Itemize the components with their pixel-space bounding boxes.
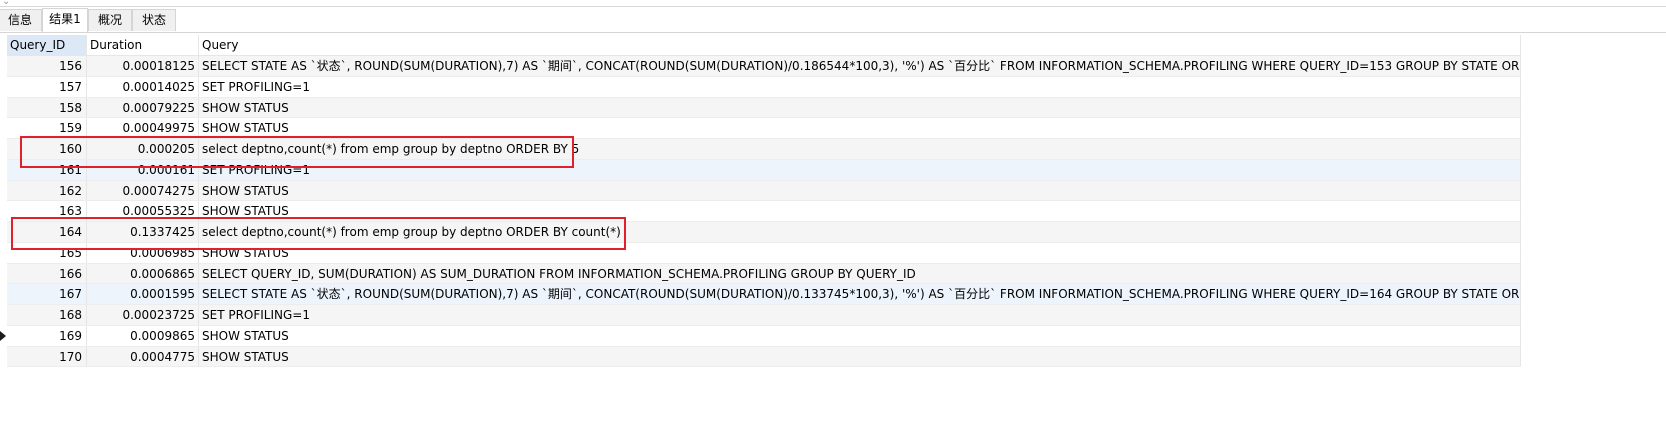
column-header-query[interactable]: Query (199, 35, 1521, 55)
cell-query[interactable]: SHOW STATUS (199, 325, 1521, 346)
cell-query-id[interactable]: 159 (7, 118, 87, 138)
result-grid: Query_ID Duration Query 156 0.00018125 SEL… (0, 35, 1521, 368)
cell-duration[interactable]: 0.00018125 (87, 56, 199, 76)
grid-body: 156 0.00018125 SELECT STATE AS `状态`, ROUND… (0, 56, 1521, 368)
cell-duration[interactable]: 0.00055325 (87, 201, 199, 221)
cell-duration[interactable]: 0.0006985 (87, 242, 199, 263)
cell-query-id[interactable]: 158 (7, 97, 87, 118)
cell-duration[interactable]: 0.00023725 (87, 305, 199, 325)
cell-query-id[interactable]: 167 (7, 284, 87, 304)
cell-query[interactable]: SELECT STATE AS `状态`, ROUND(SUM(DURATION… (199, 284, 1521, 304)
table-row[interactable]: 161 0.000161 SET PROFILING=1 (7, 159, 1521, 181)
table-row[interactable]: 162 0.00074275 SHOW STATUS (7, 180, 1521, 202)
cell-query[interactable]: SHOW STATUS (199, 180, 1521, 201)
cell-duration[interactable]: 0.000161 (87, 159, 199, 180)
cell-duration[interactable]: 0.1337425 (87, 222, 199, 242)
table-row[interactable]: 157 0.00014025 SET PROFILING=1 (7, 76, 1521, 98)
cell-duration[interactable]: 0.0006865 (87, 263, 199, 284)
table-row[interactable]: 158 0.00079225 SHOW STATUS (7, 97, 1521, 119)
tab-info[interactable]: 信息 (0, 9, 42, 31)
table-row[interactable]: 169 0.0009865 SHOW STATUS (0, 325, 1521, 347)
table-row[interactable]: 163 0.00055325 SHOW STATUS (7, 201, 1521, 222)
table-row[interactable]: 167 0.0001595 SELECT STATE AS `状态`, ROUND(… (7, 284, 1521, 305)
tab-result1[interactable]: 结果1 (42, 8, 88, 32)
cell-query[interactable]: SHOW STATUS (199, 346, 1521, 367)
chevron-down-icon[interactable]: ⌄ (2, 0, 10, 7)
cell-query[interactable]: SELECT QUERY_ID, SUM(DURATION) AS SUM_DU… (199, 263, 1521, 284)
cell-query-id[interactable]: 156 (7, 56, 87, 76)
cell-query-id[interactable]: 157 (7, 76, 87, 97)
grid-header-row: Query_ID Duration Query (7, 35, 1521, 56)
cell-duration[interactable]: 0.0001595 (87, 284, 199, 304)
result-window: { "tabs": [ {"label": "信息"}, {"label": "… (0, 0, 1666, 424)
cell-query-id[interactable]: 160 (7, 139, 87, 159)
cell-query-id[interactable]: 162 (7, 180, 87, 201)
cell-query[interactable]: SHOW STATUS (199, 118, 1521, 138)
table-row[interactable]: 165 0.0006985 SHOW STATUS (7, 242, 1521, 264)
cell-duration[interactable]: 0.0009865 (87, 325, 199, 346)
cell-duration[interactable]: 0.000205 (87, 139, 199, 159)
top-divider (0, 6, 1666, 7)
cell-duration[interactable]: 0.0004775 (87, 346, 199, 367)
table-row[interactable]: 156 0.00018125 SELECT STATE AS `状态`, ROUND… (7, 56, 1521, 77)
current-row-arrow-icon (0, 330, 6, 341)
cell-query[interactable]: SET PROFILING=1 (199, 159, 1521, 180)
table-row[interactable]: 168 0.00023725 SET PROFILING=1 (7, 305, 1521, 326)
cell-duration[interactable]: 0.00074275 (87, 180, 199, 201)
cell-query[interactable]: SET PROFILING=1 (199, 76, 1521, 97)
cell-query[interactable]: select deptno,count(*) from emp group by… (199, 222, 1521, 242)
cell-query[interactable]: select deptno,count(*) from emp group by… (199, 139, 1521, 159)
cell-query-id[interactable]: 169 (7, 325, 87, 346)
cell-query-id[interactable]: 168 (7, 305, 87, 325)
table-row[interactable]: 170 0.0004775 SHOW STATUS (7, 346, 1521, 368)
cell-query[interactable]: SHOW STATUS (199, 201, 1521, 221)
table-row[interactable]: 159 0.00049975 SHOW STATUS (7, 118, 1521, 139)
tab-overview[interactable]: 概况 (88, 9, 132, 31)
cell-duration[interactable]: 0.00079225 (87, 97, 199, 118)
cell-query-id[interactable]: 165 (7, 242, 87, 263)
cell-query[interactable]: SELECT STATE AS `状态`, ROUND(SUM(DURATION… (199, 56, 1521, 76)
cell-query[interactable]: SHOW STATUS (199, 97, 1521, 118)
table-row[interactable]: 160 0.000205 select deptno,count(*) from e… (7, 139, 1521, 160)
cell-query-id[interactable]: 170 (7, 346, 87, 367)
table-row[interactable]: 164 0.1337425 select deptno,count(*) from … (7, 222, 1521, 243)
cell-duration[interactable]: 0.00049975 (87, 118, 199, 138)
cell-query-id[interactable]: 166 (7, 263, 87, 284)
column-header-duration[interactable]: Duration (87, 35, 199, 55)
cell-query[interactable]: SET PROFILING=1 (199, 305, 1521, 325)
cell-query-id[interactable]: 164 (7, 222, 87, 242)
tab-status[interactable]: 状态 (132, 9, 176, 31)
cell-query-id[interactable]: 163 (7, 201, 87, 221)
cell-duration[interactable]: 0.00014025 (87, 76, 199, 97)
column-header-query-id[interactable]: Query_ID (7, 35, 87, 55)
cell-query-id[interactable]: 161 (7, 159, 87, 180)
table-row[interactable]: 166 0.0006865 SELECT QUERY_ID, SUM(DURATIO… (7, 263, 1521, 285)
result-tab-bar: 信息 结果1 概况 状态 (0, 8, 1666, 33)
cell-query[interactable]: SHOW STATUS (199, 242, 1521, 263)
